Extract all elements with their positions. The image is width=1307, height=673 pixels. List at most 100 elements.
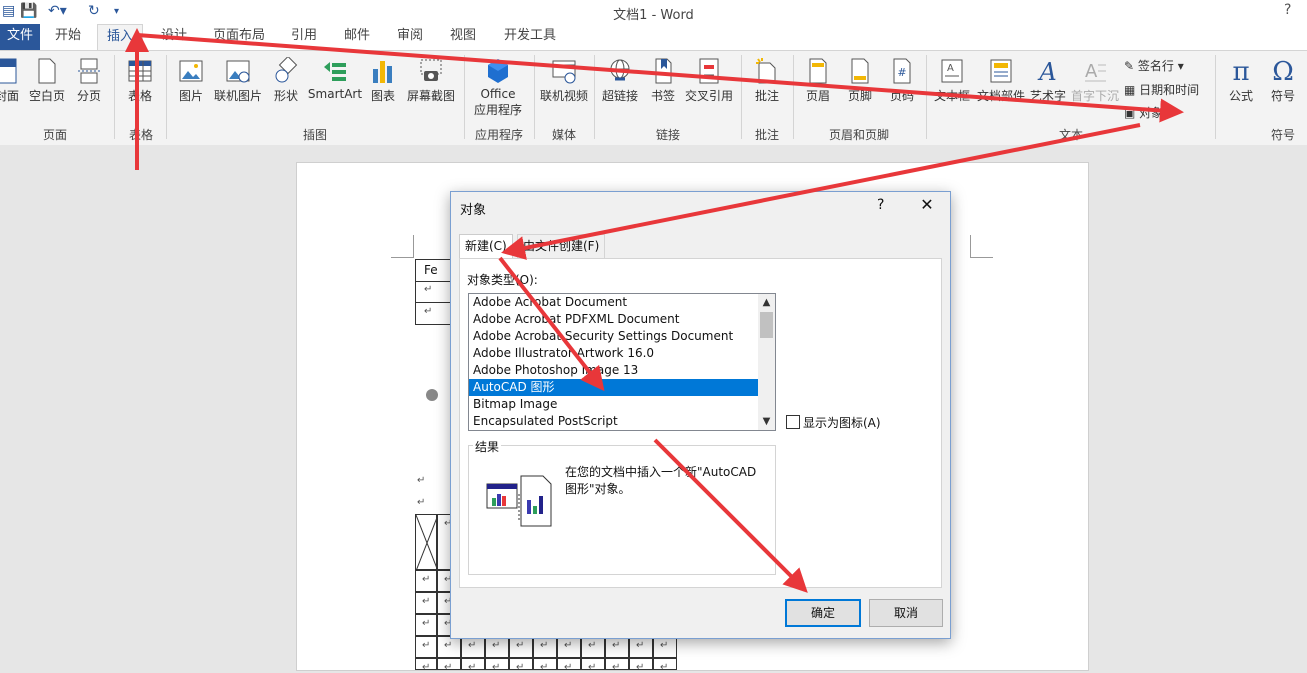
group-comments-label: 批注 [754, 128, 779, 142]
table-cell[interactable]: ↵ [605, 636, 629, 658]
table-cell[interactable]: ↵ [485, 636, 509, 658]
office-apps-button[interactable]: Office 应用程序 [466, 57, 530, 118]
table-cell[interactable]: ↵ [437, 658, 461, 673]
tab-view[interactable]: 视图 [441, 24, 485, 50]
tab-create-new[interactable]: 新建(C) [459, 234, 513, 259]
tab-layout[interactable]: 页面布局 [207, 24, 271, 50]
table-cell[interactable]: ↵ [557, 636, 581, 658]
list-item[interactable]: Adobe Acrobat Document [469, 294, 760, 311]
display-as-icon-label[interactable]: 显示为图标(A) [803, 414, 881, 431]
group-tables-label: 表格 [128, 128, 153, 142]
table-cell[interactable]: ↵ [653, 636, 677, 658]
quick-parts-button[interactable]: 文档部件 [976, 57, 1026, 104]
tab-insert[interactable]: 插入 [97, 24, 143, 51]
header-button[interactable]: 页眉 [800, 57, 836, 104]
paragraph-mark: ↵ [660, 662, 669, 673]
page-break-button[interactable]: 分页 [72, 57, 106, 104]
cancel-button[interactable]: 取消 [869, 599, 943, 627]
cross-reference-button[interactable]: 交叉引用 [682, 57, 736, 104]
ok-button[interactable]: 确定 [785, 599, 861, 627]
table-button[interactable]: 表格 [122, 57, 158, 104]
help-button[interactable]: ? [877, 197, 884, 213]
table-cell[interactable]: ↵ [437, 636, 461, 658]
paragraph-mark: ↵ [422, 662, 431, 673]
list-item[interactable]: Adobe Acrobat PDFXML Document [469, 311, 760, 328]
cross-reference-icon [699, 58, 719, 84]
tab-review[interactable]: 审阅 [388, 24, 432, 50]
table-cell[interactable] [415, 514, 438, 571]
table-cell[interactable]: ↵ [415, 658, 437, 673]
tab-home[interactable]: 开始 [46, 24, 90, 50]
tab-create-from-file[interactable]: 由文件创建(F) [517, 234, 606, 258]
paragraph-mark: ↵ [588, 640, 597, 651]
display-as-icon-checkbox[interactable] [786, 415, 800, 429]
textbox-button[interactable]: A 文本框 [930, 57, 974, 104]
tab-mailings[interactable]: 邮件 [335, 24, 379, 50]
drop-cap-button[interactable]: A 首字下沉 [1070, 57, 1120, 104]
table-cell[interactable]: ↵ [533, 636, 557, 658]
scroll-thumb[interactable] [760, 312, 773, 338]
object-type-list[interactable]: Adobe Acrobat Document Adobe Acrobat PDF… [468, 293, 776, 431]
signature-line-button[interactable]: ✎ 签名行 ▾ [1124, 57, 1184, 74]
table-cell[interactable]: ↵ [653, 658, 677, 673]
symbol-button[interactable]: Ω 符号 [1264, 57, 1302, 104]
bookmark-button[interactable]: 书签 [646, 57, 680, 104]
cover-page-button[interactable]: 封面 [0, 57, 22, 104]
window-title: 文档1 - Word [613, 8, 694, 23]
table-cell[interactable]: ↵ [605, 658, 629, 673]
list-scrollbar[interactable]: ▲ ▼ [758, 294, 775, 430]
list-item[interactable]: Adobe Illustrator Artwork 16.0 [469, 345, 760, 362]
page-break-icon [78, 58, 100, 84]
list-item[interactable]: Adobe Photoshop Image 13 [469, 362, 760, 379]
table-cell[interactable]: ↵ [415, 614, 437, 636]
table-cell[interactable]: ↵ [461, 658, 485, 673]
comment-button[interactable]: 批注 [748, 57, 786, 104]
table-cell[interactable]: ↵ [557, 658, 581, 673]
table-cell[interactable]: ↵ [509, 636, 533, 658]
tab-design[interactable]: 设计 [152, 24, 196, 50]
chart-button[interactable]: 图表 [366, 57, 400, 104]
table-cell[interactable]: ↵ [415, 636, 437, 658]
tab-file[interactable]: 文件 [0, 24, 40, 50]
tab-references[interactable]: 引用 [282, 24, 326, 50]
svg-text:#: # [897, 66, 906, 79]
date-time-button[interactable]: ▦ 日期和时间 [1124, 81, 1199, 98]
close-icon[interactable]: ✕ [917, 195, 937, 214]
pictures-button[interactable]: 图片 [174, 57, 208, 104]
list-item[interactable]: Adobe Acrobat Security Settings Document [469, 328, 760, 345]
table-cell[interactable]: ↵ [581, 636, 605, 658]
shapes-button[interactable]: 形状 [268, 57, 304, 104]
online-pictures-button[interactable]: 联机图片 [212, 57, 264, 104]
online-video-button[interactable]: 联机视频 [538, 57, 590, 104]
object-button[interactable]: ▣ 对象 ▾ [1124, 104, 1173, 121]
list-item[interactable]: Encapsulated PostScript [469, 413, 760, 430]
table-cell[interactable]: ↵ [533, 658, 557, 673]
list-item-selected[interactable]: AutoCAD 图形 [469, 379, 760, 396]
list-item[interactable]: Bitmap Image [469, 396, 760, 413]
table-cell[interactable]: ↵ [415, 592, 437, 614]
table-cell[interactable]: ↵ [629, 636, 653, 658]
page-number-button[interactable]: # 页码 [882, 57, 922, 104]
footer-button[interactable]: 页脚 [842, 57, 878, 104]
textbox-icon: A [941, 59, 963, 83]
table-cell[interactable]: ↵ [485, 658, 509, 673]
scroll-up-icon[interactable]: ▲ [758, 294, 775, 311]
smartart-button[interactable]: SmartArt [306, 57, 364, 101]
wordart-button[interactable]: A 艺术字 [1028, 57, 1068, 104]
tab-developer[interactable]: 开发工具 [498, 24, 562, 50]
hyperlink-button[interactable]: 超链接 [600, 57, 640, 104]
paragraph-mark: ↵ [492, 640, 501, 651]
office-store-icon [488, 59, 508, 83]
table-cell[interactable]: ↵ [461, 636, 485, 658]
table-cell[interactable]: ↵ [629, 658, 653, 673]
table-cell[interactable]: ↵ [415, 570, 437, 592]
group-separator [594, 55, 595, 139]
table-cell[interactable]: ↵ [509, 658, 533, 673]
table-cell[interactable]: ↵ [581, 658, 605, 673]
equation-button[interactable]: π 公式 [1222, 57, 1260, 104]
blank-page-button[interactable]: 空白页 [26, 57, 68, 104]
bookmark-icon [655, 58, 672, 84]
screenshot-button[interactable]: 屏幕截图 [404, 57, 458, 104]
ribbon-display-options-icon[interactable]: ? [1284, 2, 1291, 18]
scroll-down-icon[interactable]: ▼ [758, 413, 775, 430]
